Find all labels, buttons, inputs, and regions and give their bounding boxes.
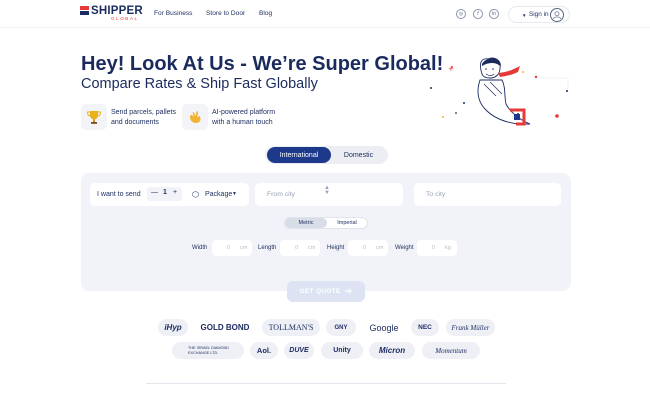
client-logo: Micron: [369, 342, 415, 359]
from-city-placeholder: From city: [267, 191, 295, 198]
thumbs-up-icon: [182, 104, 208, 130]
width-input[interactable]: 0 cm: [212, 240, 252, 256]
user-avatar-icon: [550, 8, 564, 22]
height-label: Height: [327, 245, 345, 251]
unit-imperial[interactable]: Imperial: [327, 218, 367, 228]
feature-parcels: Send parcels, pallets and documents: [81, 104, 181, 130]
hero-title: Hey! Look At Us - We’re Super Global!: [81, 53, 444, 75]
feature-ai: AI-powered platform with a human touch: [182, 104, 292, 130]
logo-mark-icon: [80, 6, 89, 15]
height-unit: cm: [376, 245, 384, 251]
client-logo: GOLD BOND: [193, 319, 257, 336]
tab-domestic[interactable]: Domestic: [331, 147, 386, 163]
height-input[interactable]: 0 cm: [348, 240, 388, 256]
weight-value: 0: [432, 245, 436, 251]
to-city-placeholder: To city: [426, 191, 446, 198]
top-header: SHIPPER GLOBAL For Business Store to Doo…: [0, 0, 650, 28]
package-select[interactable]: Package: [205, 191, 232, 198]
linkedin-icon[interactable]: in: [489, 9, 499, 19]
nav-blog[interactable]: Blog: [259, 10, 272, 17]
unit-toggle: Metric Imperial: [284, 217, 368, 229]
feature-line: Send parcels, pallets: [111, 109, 176, 116]
feature-line: and documents: [111, 119, 159, 126]
client-logo: GNY: [326, 319, 356, 336]
width-unit: cm: [240, 245, 248, 251]
svg-text:+: +: [448, 65, 454, 73]
width-value: 0: [227, 245, 231, 251]
arrow-right-icon: ➔: [344, 286, 353, 296]
weight-input[interactable]: 0 kg: [417, 240, 457, 256]
trophy-icon: [81, 104, 107, 130]
tab-international[interactable]: International: [267, 147, 331, 163]
minus-button[interactable]: —: [151, 189, 158, 196]
length-unit: cm: [308, 245, 316, 251]
height-value: 0: [363, 245, 367, 251]
plus-button[interactable]: +: [173, 189, 177, 196]
length-label: Length: [258, 245, 277, 251]
client-logo: Aol.: [250, 342, 278, 359]
shipping-type-tabs: International Domestic: [265, 146, 388, 164]
width-label: Width: [192, 245, 208, 251]
feature-line: AI-powered platform: [212, 109, 276, 116]
client-logo: NEC: [411, 319, 439, 336]
genie-illustration: +: [430, 57, 569, 126]
instagram-icon[interactable]: ◎: [456, 9, 466, 19]
weight-label: Weight: [395, 245, 414, 251]
client-logo: Frank Müller: [446, 319, 495, 336]
shipper-global-logo[interactable]: SHIPPER GLOBAL: [80, 5, 143, 23]
client-logo: Google: [362, 319, 406, 336]
shipment-type-box: I want to send — 1 + ⬡ Package ▼: [90, 183, 249, 206]
facebook-icon[interactable]: f: [473, 9, 483, 19]
nav-store-to-door[interactable]: Store to Door: [206, 10, 245, 17]
client-logo: Momentum: [422, 342, 480, 359]
sign-in-button[interactable]: ▼ Sign in: [508, 6, 570, 23]
chevron-down-icon[interactable]: ▼: [232, 191, 237, 197]
send-label: I want to send: [97, 191, 141, 198]
get-quote-button[interactable]: GET QUOTE ➔: [287, 281, 365, 302]
get-quote-label: GET QUOTE: [299, 288, 341, 295]
hero-subtitle: Compare Rates & Ship Fast Globally: [81, 76, 318, 92]
client-logo: THE ISRAEL DIAMOND EXCHANGE LTD.: [172, 342, 244, 359]
sign-in-label: Sign in: [529, 11, 549, 18]
client-logo: iHyp: [158, 319, 188, 336]
quantity-value: 1: [163, 189, 167, 196]
to-city-field[interactable]: To city: [414, 183, 561, 206]
length-value: 0: [295, 245, 299, 251]
package-icon: ⬡: [192, 190, 199, 199]
feature-line: with a human touch: [212, 119, 273, 126]
length-input[interactable]: 0 cm: [280, 240, 320, 256]
client-logo: DUVE: [284, 342, 314, 359]
caret-down-icon: ▼: [522, 13, 527, 18]
brand-sub: GLOBAL: [111, 16, 139, 21]
unit-metric[interactable]: Metric: [285, 218, 327, 228]
divider: [146, 383, 506, 384]
weight-unit: kg: [445, 245, 451, 251]
client-logo: TOLLMAN'S: [262, 319, 320, 336]
quantity-stepper[interactable]: — 1 +: [147, 187, 182, 201]
swap-icon[interactable]: ▲ ▼: [324, 185, 330, 196]
client-logo: Unity: [321, 342, 363, 359]
nav-for-business[interactable]: For Business: [154, 10, 192, 17]
